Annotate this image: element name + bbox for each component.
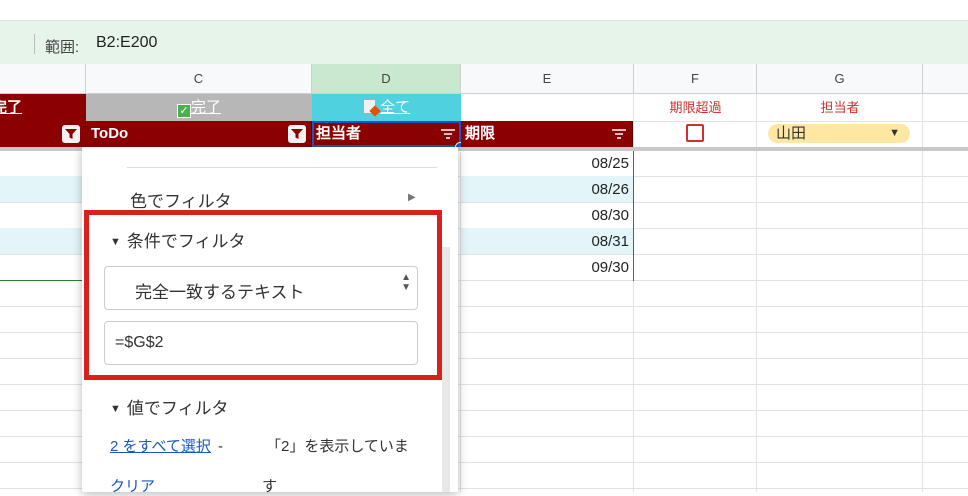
column-header-f[interactable]: F bbox=[634, 64, 757, 94]
checkmark-icon: ✓ bbox=[176, 104, 191, 118]
column-header-c[interactable]: C bbox=[86, 64, 312, 94]
submenu-arrow-icon: ▶ bbox=[408, 192, 416, 203]
clear-link[interactable]: クリア bbox=[110, 478, 155, 495]
grid-line bbox=[922, 94, 923, 492]
header-assignee-label: 担当者 bbox=[316, 125, 362, 142]
header-deadline[interactable]: 期限 bbox=[461, 121, 633, 147]
filter-active-icon[interactable] bbox=[288, 125, 306, 143]
assignee-dropdown[interactable]: 山田 ▼ bbox=[768, 124, 910, 143]
clear-link-row: クリア bbox=[110, 475, 155, 496]
header-b[interactable] bbox=[0, 121, 86, 147]
header-assignee[interactable]: 担当者 bbox=[312, 121, 465, 152]
filter-icon[interactable] bbox=[611, 127, 627, 141]
assignee-label: 担当者 bbox=[820, 100, 860, 115]
cell-b1[interactable]: 完了 bbox=[0, 94, 86, 121]
value-filter-label: 値でフィルタ bbox=[126, 399, 229, 418]
highlight-box bbox=[84, 210, 442, 380]
date-cell[interactable]: 09/30 bbox=[461, 255, 633, 281]
value-filter-toggle[interactable]: ▼ 値でフィルタ bbox=[110, 394, 229, 419]
range-input[interactable]: B2:E200 bbox=[96, 34, 157, 52]
grid-line bbox=[756, 94, 757, 492]
header-todo-label: ToDo bbox=[91, 125, 129, 142]
done-label: 完了 bbox=[0, 99, 23, 116]
column-header-g[interactable]: G bbox=[757, 64, 923, 94]
overdue-checkbox[interactable] bbox=[686, 124, 704, 142]
range-label: 範囲: bbox=[45, 39, 80, 56]
dropdown-arrow-icon: ▼ bbox=[889, 127, 900, 139]
date-cell[interactable]: 08/25 bbox=[461, 151, 633, 177]
color-filter-item[interactable]: 色でフィルタ bbox=[130, 187, 232, 212]
date-cell[interactable]: 08/31 bbox=[461, 229, 633, 255]
date-cell[interactable]: 08/26 bbox=[461, 177, 633, 203]
showing-text: 「2」を表示していま bbox=[266, 438, 409, 455]
assignee-dropdown-value: 山田 bbox=[776, 125, 807, 142]
range-border bbox=[0, 280, 86, 281]
divider bbox=[127, 167, 437, 168]
column-header-d[interactable]: D bbox=[312, 64, 461, 94]
done-filter-label: 完了 bbox=[190, 99, 221, 116]
showing-text-cont: す bbox=[262, 478, 278, 495]
filter-icon[interactable] bbox=[440, 127, 456, 141]
color-filter-label: 色でフィルタ bbox=[130, 192, 232, 211]
header-deadline-label: 期限 bbox=[465, 125, 496, 142]
filter-range-bar: 範囲: B2:E200 bbox=[0, 20, 968, 64]
column-header-h[interactable] bbox=[923, 64, 968, 94]
column-header-e[interactable]: E bbox=[461, 64, 634, 94]
range-border bbox=[633, 150, 634, 281]
column-header-b[interactable] bbox=[0, 64, 86, 94]
separator-dash: - bbox=[218, 438, 224, 455]
select-all-link[interactable]: 2 をすべて選択 bbox=[110, 438, 211, 455]
select-all-row: 2 をすべて選択 - bbox=[110, 435, 223, 456]
row-stripe bbox=[0, 228, 86, 254]
all-filter-label: 全て bbox=[380, 99, 411, 116]
scrollbar[interactable] bbox=[442, 247, 450, 492]
date-cell[interactable]: 08/30 bbox=[461, 203, 633, 229]
filter-active-icon[interactable] bbox=[62, 125, 80, 143]
row-stripe bbox=[0, 176, 86, 202]
caret-down-icon: ▼ bbox=[110, 403, 121, 415]
cell-d1[interactable]: 全て bbox=[312, 94, 461, 121]
divider bbox=[34, 34, 35, 54]
overdue-label: 期限超過 bbox=[669, 100, 722, 115]
cell-c1[interactable]: ✓ 完了 bbox=[86, 94, 312, 121]
header-todo[interactable]: ToDo bbox=[86, 121, 312, 147]
memo-icon bbox=[362, 99, 381, 117]
